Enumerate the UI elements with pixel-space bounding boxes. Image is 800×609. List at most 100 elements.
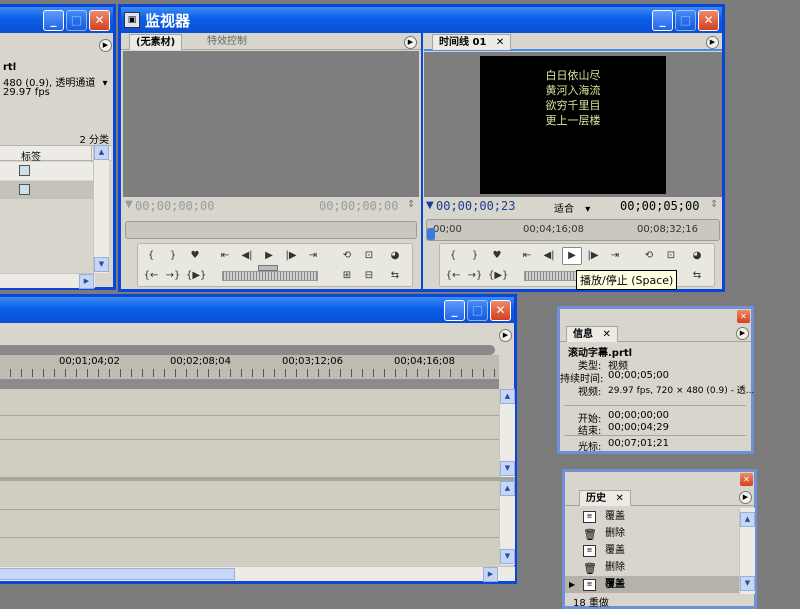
playhead-icon[interactable] [427, 228, 435, 240]
tab-source[interactable]: (无素材) [129, 34, 183, 50]
marker-icon[interactable]: ♥ [186, 248, 204, 264]
info-titlebar[interactable]: ✕ [560, 309, 751, 323]
scroll-up-button[interactable]: ▲ [500, 481, 515, 496]
timecode-options-icon[interactable]: ⇕ [710, 199, 718, 210]
fit-zoom-select[interactable]: 适合 ▾ [554, 200, 590, 215]
minimize-button[interactable]: _ [444, 300, 465, 321]
go-to-in-icon[interactable]: ⇤ [216, 248, 234, 264]
close-button[interactable]: ✕ [490, 300, 511, 321]
hscroll-thumb[interactable] [0, 568, 235, 580]
safe-margins-icon[interactable]: ⊡ [360, 248, 378, 264]
step-forward-icon[interactable]: |▶ [282, 248, 300, 264]
step-forward-icon[interactable]: |▶ [584, 248, 602, 264]
safe-margins-icon[interactable]: ⊡ [662, 248, 680, 264]
scroll-right-button[interactable]: ▶ [483, 567, 498, 582]
source-timecode-current[interactable]: 00;00;00;00 [135, 199, 214, 213]
step-back-icon[interactable]: ◀| [238, 248, 256, 264]
overlay-icon[interactable]: ⊟ [360, 268, 378, 284]
scroll-down-button[interactable]: ▼ [500, 461, 515, 476]
history-item[interactable]: ≡ 覆盖 [565, 542, 739, 559]
go-to-out-icon[interactable]: ⇥ [606, 248, 624, 264]
marker-icon[interactable]: ♥ [488, 248, 506, 264]
mark-out-icon[interactable]: } [466, 248, 484, 264]
go-next-marker-icon[interactable]: →} [466, 268, 484, 284]
close-tab-icon[interactable]: ✕ [615, 493, 623, 504]
output-icon[interactable]: ◕ [688, 248, 706, 264]
history-item[interactable]: ≡ 覆盖 [565, 508, 739, 525]
play-in-to-out-icon[interactable]: {▶} [488, 268, 508, 284]
minimize-button[interactable]: _ [652, 10, 673, 31]
tab-info[interactable]: 信息 ✕ [566, 326, 618, 342]
go-prev-marker-icon[interactable]: {← [444, 268, 462, 284]
scroll-down-button[interactable]: ▼ [740, 576, 755, 591]
project-scrollbar[interactable]: ▲ ▼ [93, 145, 109, 273]
panel-menu-icon[interactable]: ▶ [739, 491, 752, 504]
loop-icon[interactable]: ⟲ [338, 248, 356, 264]
timeline-zoom-bar[interactable] [0, 345, 495, 355]
shuttle-slider[interactable] [258, 265, 278, 271]
loop-icon[interactable]: ⟲ [640, 248, 658, 264]
monitor-titlebar[interactable]: ▣ 监视器 _ □ ✕ [121, 7, 722, 33]
dropdown-arrow-icon[interactable]: ▾ [103, 78, 108, 89]
program-scrubber[interactable]: 00;00 00;04;16;08 00;08;32;16 [426, 219, 720, 241]
close-button[interactable]: ✕ [740, 473, 753, 486]
maximize-button[interactable]: □ [66, 10, 87, 31]
insert-icon[interactable]: ⊞ [338, 268, 356, 284]
go-prev-marker-icon[interactable]: {← [142, 268, 160, 284]
panel-menu-icon[interactable]: ▶ [499, 329, 512, 342]
panel-menu-icon[interactable]: ▶ [706, 36, 719, 49]
minimize-button[interactable]: _ [43, 10, 64, 31]
audio-track-area[interactable] [0, 481, 499, 565]
go-next-marker-icon[interactable]: →} [164, 268, 182, 284]
history-scrollbar[interactable]: ▲ ▼ [739, 508, 755, 594]
program-timecode-current[interactable]: 00;00;00;23 [436, 199, 515, 213]
list-item[interactable] [0, 181, 93, 199]
panel-menu-icon[interactable]: ▶ [99, 39, 112, 52]
timeline-titlebar[interactable]: _ □ ✕ [0, 297, 514, 323]
history-item-current[interactable]: ▶ ≡ 覆盖 [565, 576, 739, 593]
panel-menu-icon[interactable]: ▶ [736, 327, 749, 340]
scroll-down-button[interactable]: ▼ [500, 549, 515, 564]
close-tab-icon[interactable]: ✕ [602, 329, 610, 340]
timeline-hscrollbar[interactable]: ▶ [0, 566, 515, 582]
mark-in-icon[interactable]: { [142, 248, 160, 264]
list-item[interactable] [0, 162, 93, 180]
trim-icon[interactable]: ⇆ [386, 268, 404, 284]
jog-shuttle[interactable] [524, 271, 584, 281]
panel-menu-icon[interactable]: ▶ [404, 36, 417, 49]
timeline-ruler[interactable]: 00;01;04;02 00;02;08;04 00;03;12;06 00;0… [0, 355, 499, 379]
project-hscrollbar[interactable]: ▶ [0, 273, 95, 289]
jog-shuttle[interactable] [222, 271, 318, 281]
scroll-right-button[interactable]: ▶ [79, 274, 94, 289]
mark-in-icon[interactable]: { [444, 248, 462, 264]
maximize-button[interactable]: □ [675, 10, 696, 31]
scroll-up-button[interactable]: ▲ [740, 512, 755, 527]
close-button[interactable]: ✕ [698, 10, 719, 31]
go-to-in-icon[interactable]: ⇤ [518, 248, 536, 264]
step-back-icon[interactable]: ◀| [540, 248, 558, 264]
source-scrubber[interactable] [125, 221, 417, 239]
close-button[interactable]: ✕ [89, 10, 110, 31]
play-icon[interactable]: ▶ [260, 248, 278, 264]
mark-out-icon[interactable]: } [164, 248, 182, 264]
project-titlebar[interactable]: _ □ ✕ [0, 7, 113, 33]
close-button[interactable]: ✕ [737, 310, 750, 323]
history-item[interactable]: 🗑 删除 [565, 525, 739, 542]
play-in-to-out-icon[interactable]: {▶} [186, 268, 206, 284]
maximize-button[interactable]: □ [467, 300, 488, 321]
scroll-up-button[interactable]: ▲ [94, 145, 109, 160]
video-track-scrollbar[interactable]: ▲ ▼ [499, 389, 515, 477]
label-column-header[interactable]: 标签 [21, 148, 41, 163]
audio-track-scrollbar[interactable]: ▲ ▼ [499, 481, 515, 565]
play-stop-button[interactable]: ▶ [562, 247, 582, 265]
tab-history[interactable]: 历史 ✕ [579, 490, 631, 506]
output-icon[interactable]: ◕ [386, 248, 404, 264]
history-titlebar[interactable]: ✕ [565, 472, 754, 486]
scroll-down-button[interactable]: ▼ [94, 257, 109, 272]
trim-icon[interactable]: ⇆ [688, 268, 706, 284]
scroll-up-button[interactable]: ▲ [500, 389, 515, 404]
close-tab-icon[interactable]: ✕ [496, 37, 504, 48]
tab-effect-controls[interactable]: 特效控制 [201, 34, 253, 49]
history-item[interactable]: 🗑 删除 [565, 559, 739, 576]
timecode-options-icon[interactable]: ⇕ [407, 199, 415, 210]
